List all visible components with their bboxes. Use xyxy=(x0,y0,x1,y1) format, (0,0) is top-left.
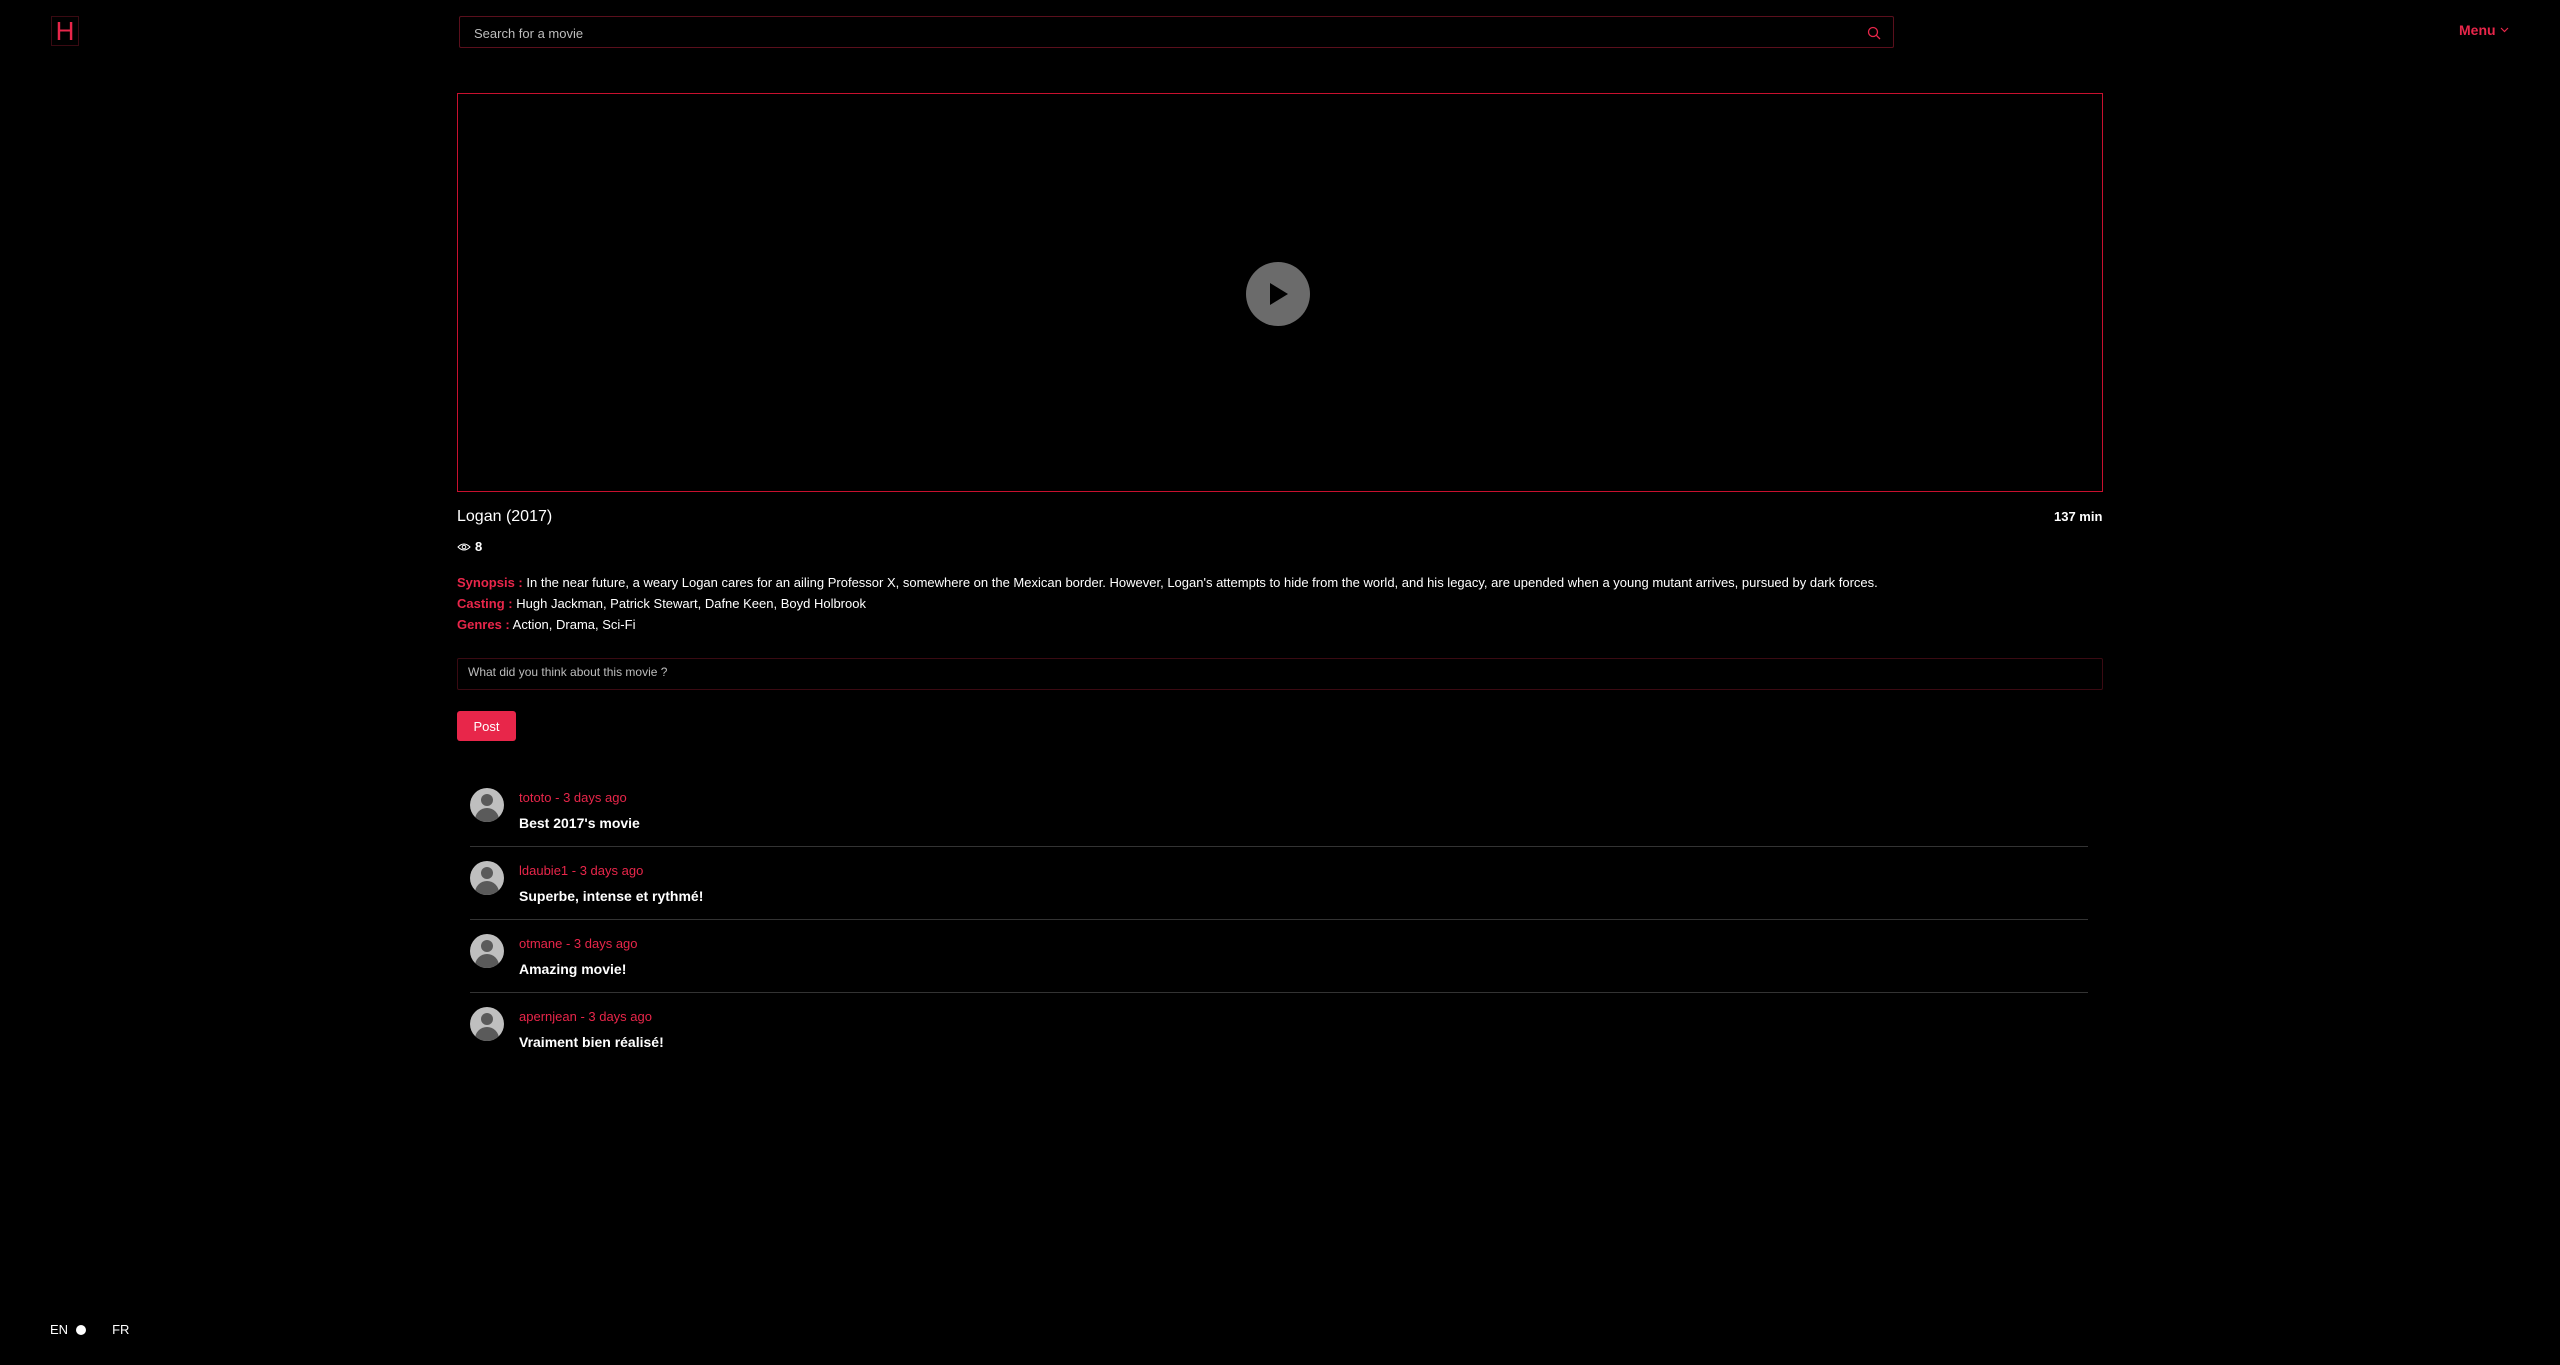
movie-title: Logan (2017) xyxy=(457,508,553,525)
casting-text: Hugh Jackman, Patrick Stewart, Dafne Kee… xyxy=(516,596,866,611)
comment-meta: otmane - 3 days ago xyxy=(519,936,638,951)
comment-item: ldaubie1 - 3 days ago Superbe, intense e… xyxy=(470,847,2088,920)
language-switcher: EN FR xyxy=(50,1322,129,1337)
comment-item: otmane - 3 days ago Amazing movie! xyxy=(470,920,2088,993)
synopsis-text: In the near future, a weary Logan cares … xyxy=(526,575,1878,590)
genres: Genres : Action, Drama, Sci-Fi xyxy=(457,617,635,632)
avatar xyxy=(470,788,504,822)
play-button[interactable] xyxy=(1246,262,1310,326)
language-toggle[interactable] xyxy=(76,1324,87,1335)
search-input[interactable] xyxy=(472,17,1856,49)
eye-icon xyxy=(457,543,471,550)
comment-text: Best 2017's movie xyxy=(519,815,640,831)
genres-label: Genres : xyxy=(457,617,510,632)
avatar xyxy=(470,1007,504,1041)
menu-label: Menu xyxy=(2459,22,2496,38)
casting-label: Casting : xyxy=(457,596,513,611)
comment-text: Superbe, intense et rythmé! xyxy=(519,888,704,904)
synopsis: Synopsis : In the near future, a weary L… xyxy=(457,575,1878,590)
comment-input[interactable] xyxy=(458,659,2102,689)
comment-meta: tototo - 3 days ago xyxy=(519,790,627,805)
search-icon[interactable] xyxy=(1867,26,1881,40)
movie-duration: 137 min xyxy=(2054,509,2103,524)
comment-meta: apernjean - 3 days ago xyxy=(519,1009,652,1024)
comment-text: Amazing movie! xyxy=(519,961,627,977)
avatar xyxy=(470,934,504,968)
avatar xyxy=(470,861,504,895)
synopsis-label: Synopsis : xyxy=(457,575,523,590)
view-count-value: 8 xyxy=(475,539,483,554)
comment-meta: ldaubie1 - 3 days ago xyxy=(519,863,644,878)
post-button[interactable]: Post xyxy=(457,711,516,741)
comment-text: Vraiment bien réalisé! xyxy=(519,1034,664,1050)
video-player[interactable] xyxy=(457,93,2103,492)
casting: Casting : Hugh Jackman, Patrick Stewart,… xyxy=(457,596,866,611)
search-bar xyxy=(459,16,1894,49)
comment-item: tototo - 3 days ago Best 2017's movie xyxy=(470,774,2088,847)
genres-text: Action, Drama, Sci-Fi xyxy=(512,617,636,632)
chevron-down-icon xyxy=(2500,27,2508,33)
comment-item: apernjean - 3 days ago Vraiment bien réa… xyxy=(470,993,2088,1066)
play-icon xyxy=(1270,283,1288,305)
language-en[interactable]: EN xyxy=(50,1322,68,1337)
language-fr[interactable]: FR xyxy=(112,1322,129,1337)
comment-field xyxy=(457,658,2103,690)
logo[interactable]: H xyxy=(51,16,79,46)
menu-button[interactable]: Menu xyxy=(2459,22,2509,38)
view-count: 8 xyxy=(457,539,482,554)
